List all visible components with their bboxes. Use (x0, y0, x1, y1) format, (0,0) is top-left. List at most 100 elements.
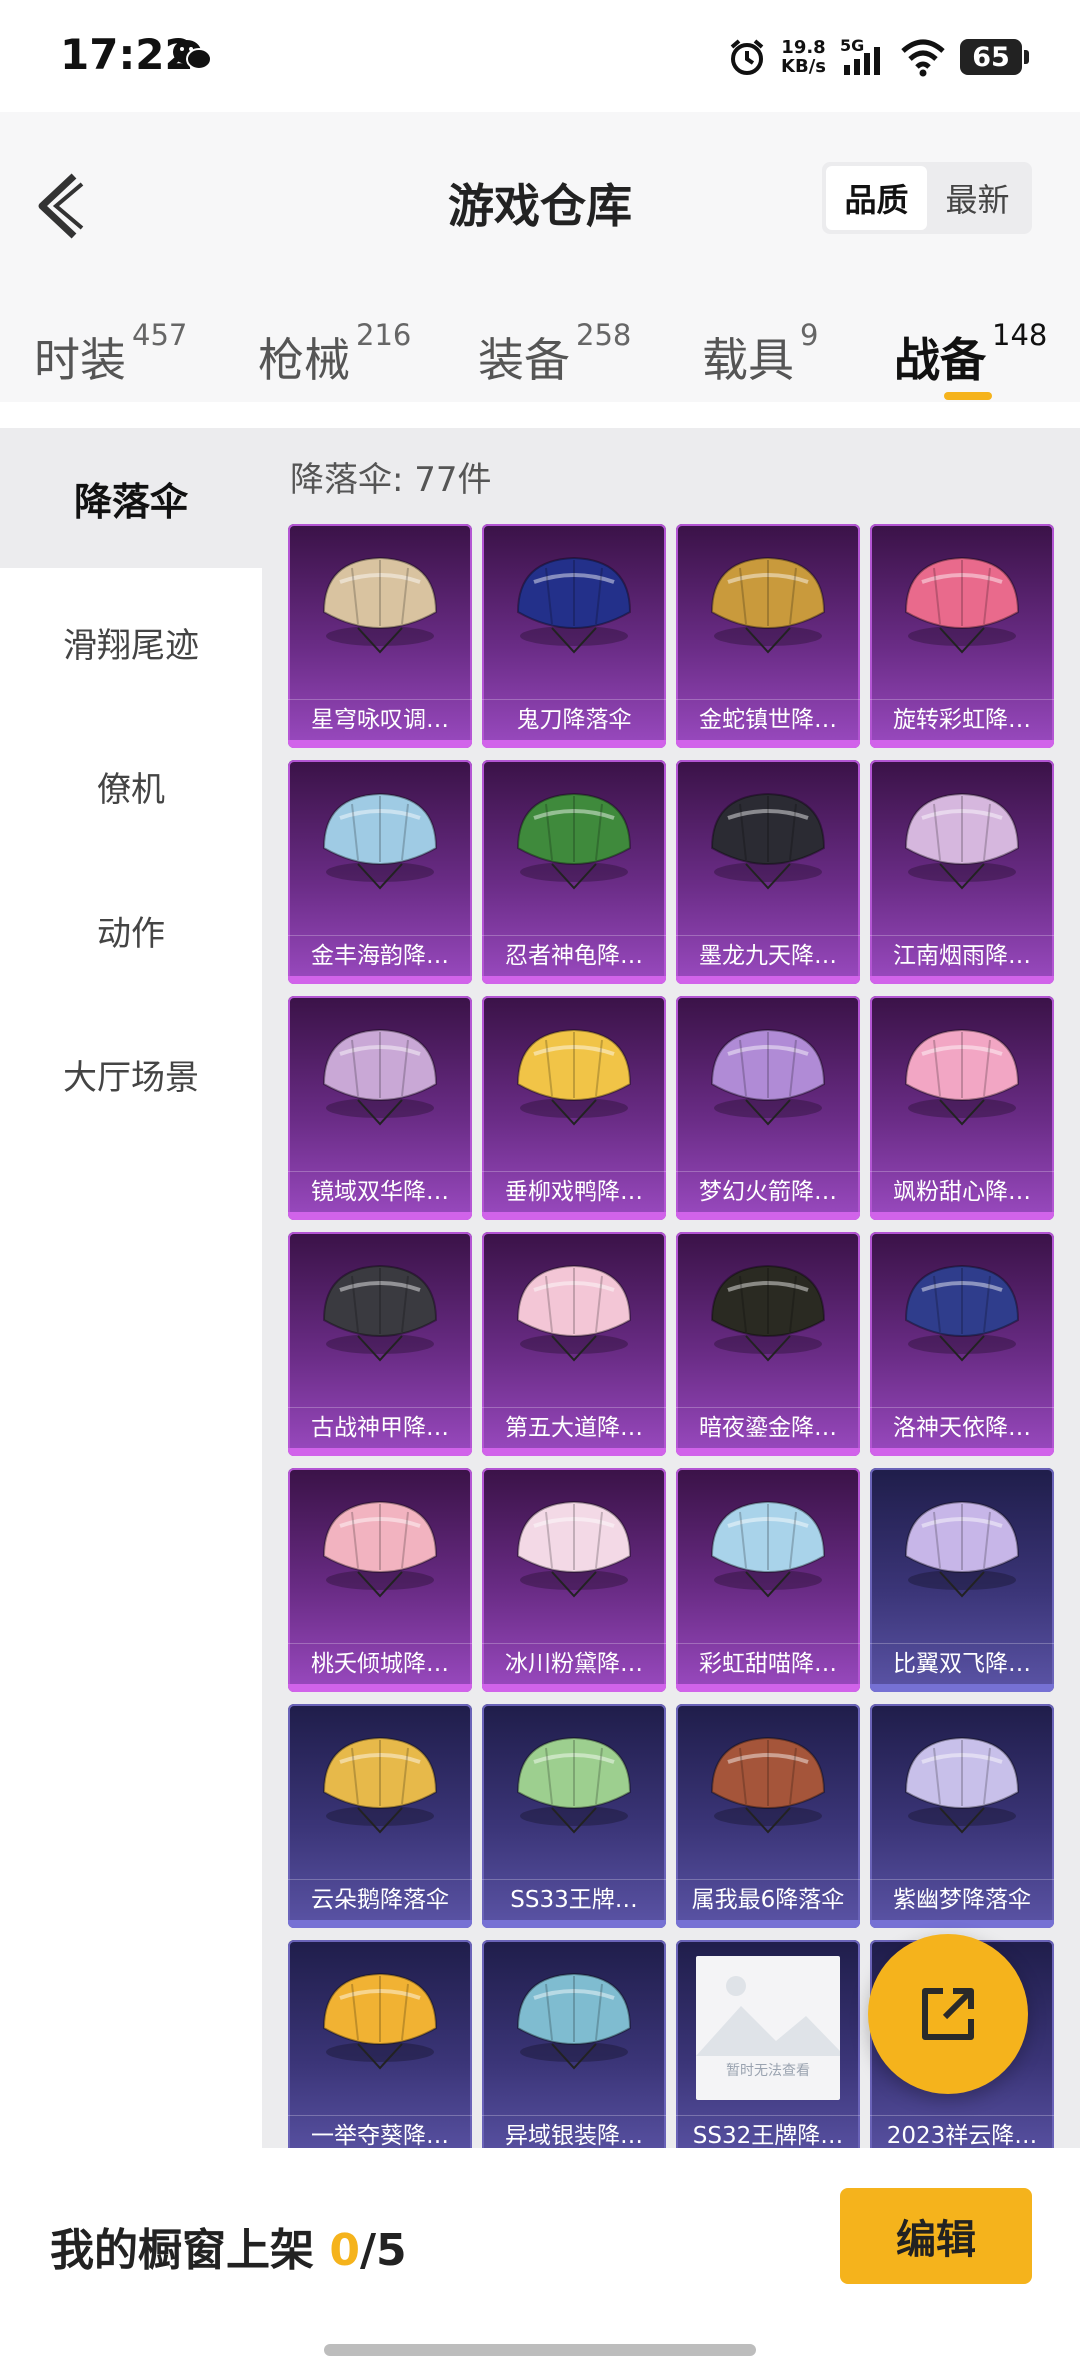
parachute-name: 桃夭倾城降… (288, 1643, 472, 1684)
parachute-name: 洛神天依降… (870, 1407, 1054, 1448)
parachute-name: 镜域双华降… (288, 1171, 472, 1212)
parachute-name: 墨龙九天降… (676, 935, 860, 976)
rarity-bar (870, 1684, 1054, 1692)
parachute-card[interactable]: 洛神天依降… (870, 1232, 1054, 1456)
rarity-bar (288, 740, 472, 748)
parachute-icon (904, 792, 1020, 890)
parachute-card[interactable]: 冰川粉黛降… (482, 1468, 666, 1692)
parachute-card[interactable]: 比翼双飞降… (870, 1468, 1054, 1692)
rarity-bar (288, 976, 472, 984)
rarity-bar (676, 1212, 860, 1220)
rarity-bar (288, 1684, 472, 1692)
parachute-card[interactable]: 属我最6降落伞 (676, 1704, 860, 1928)
parachute-card[interactable]: 垂柳戏鸭降… (482, 996, 666, 1220)
parachute-name: 2023祥云降… (870, 2115, 1054, 2148)
tab-equipment[interactable]: 装备 258 (478, 318, 631, 390)
parachute-card[interactable]: 暂时无法查看 SS32王牌降… (676, 1940, 860, 2148)
item-panel: 降落伞: 77件 星穹咏叹调… 鬼刀降落伞 金蛇镇世降… 旋转彩虹降… 金丰海韵降… 忍者… (262, 428, 1080, 2148)
image-placeholder: 暂时无法查看 (696, 1956, 840, 2100)
parachute-name: 金蛇镇世降… (676, 699, 860, 740)
parachute-card[interactable]: 暗夜鎏金降… (676, 1232, 860, 1456)
parachute-icon (516, 1500, 632, 1598)
parachute-name: 冰川粉黛降… (482, 1643, 666, 1684)
parachute-card[interactable]: 镜域双华降… (288, 996, 472, 1220)
tab-firearms[interactable]: 枪械 216 (258, 318, 411, 390)
parachute-card[interactable]: 第五大道降… (482, 1232, 666, 1456)
wifi-icon (901, 39, 945, 77)
parachute-name: 垂柳戏鸭降… (482, 1171, 666, 1212)
parachute-card[interactable]: 古战神甲降… (288, 1232, 472, 1456)
parachute-card[interactable]: 金丰海韵降… (288, 760, 472, 984)
parachute-icon (322, 556, 438, 654)
active-tab-indicator (944, 392, 992, 400)
parachute-icon (904, 1028, 1020, 1126)
parachute-icon (516, 792, 632, 890)
parachute-name: 比翼双飞降… (870, 1643, 1054, 1684)
parachute-icon (322, 1972, 438, 2070)
sidebar-item-wingman[interactable]: 僚机 (0, 716, 262, 856)
rarity-bar (288, 1448, 472, 1456)
cellular-signal-icon: 5G (840, 37, 880, 75)
parachute-icon (516, 1736, 632, 1834)
parachute-card[interactable]: 墨龙九天降… (676, 760, 860, 984)
bottom-bar: 我的橱窗上架 0/5 编辑 (0, 2148, 1080, 2376)
parachute-icon (322, 1028, 438, 1126)
rarity-bar (870, 976, 1054, 984)
parachute-icon (516, 1972, 632, 2070)
rarity-bar (482, 1684, 666, 1692)
tab-supplies[interactable]: 战备 148 (894, 318, 1047, 390)
sidebar-item-parachute[interactable]: 降落伞 (0, 428, 262, 568)
parachute-icon (710, 1500, 826, 1598)
rarity-bar (676, 976, 860, 984)
share-icon (922, 1988, 974, 2040)
parachute-card[interactable]: 桃夭倾城降… (288, 1468, 472, 1692)
parachute-name: 属我最6降落伞 (676, 1879, 860, 1920)
rarity-bar (676, 1448, 860, 1456)
parachute-name: 彩虹甜喵降… (676, 1643, 860, 1684)
sidebar-item-emote[interactable]: 动作 (0, 860, 262, 1000)
image-placeholder-icon (696, 1976, 840, 2056)
parachute-card[interactable]: SS33王牌… (482, 1704, 666, 1928)
parachute-card[interactable]: 异域银装降… (482, 1940, 666, 2148)
parachute-icon (322, 1500, 438, 1598)
share-button[interactable] (868, 1934, 1028, 2094)
parachute-icon (322, 792, 438, 890)
parachute-card[interactable]: 星穹咏叹调… (288, 524, 472, 748)
parachute-card[interactable]: 江南烟雨降… (870, 760, 1054, 984)
parachute-name: 暗夜鎏金降… (676, 1407, 860, 1448)
rarity-bar (482, 1448, 666, 1456)
parachute-icon (904, 1500, 1020, 1598)
parachute-card[interactable]: 旋转彩虹降… (870, 524, 1054, 748)
parachute-icon (904, 1736, 1020, 1834)
tab-vehicles[interactable]: 载具 9 (702, 318, 818, 390)
parachute-name: 飒粉甜心降… (870, 1171, 1054, 1212)
alarm-icon (730, 39, 764, 75)
parachute-name: 云朵鹅降落伞 (288, 1879, 472, 1920)
sort-toggle: 品质 最新 (822, 162, 1032, 234)
parachute-card[interactable]: 紫幽梦降落伞 (870, 1704, 1054, 1928)
app-header: 游戏仓库 品质 最新 时装 457 枪械 216 装备 258 载具 9 战备 148 (0, 112, 1080, 402)
parachute-card[interactable]: 梦幻火箭降… (676, 996, 860, 1220)
sidebar-item-lobby-scene[interactable]: 大厅场景 (0, 1004, 262, 1144)
parachute-icon (710, 1736, 826, 1834)
parachute-card[interactable]: 飒粉甜心降… (870, 996, 1054, 1220)
tab-fashion[interactable]: 时装 457 (34, 318, 187, 390)
sort-by-latest[interactable]: 最新 (927, 166, 1028, 230)
sort-by-quality[interactable]: 品质 (826, 166, 927, 230)
parachute-card[interactable]: 金蛇镇世降… (676, 524, 860, 748)
parachute-card[interactable]: 忍者神龟降… (482, 760, 666, 984)
parachute-card[interactable]: 彩虹甜喵降… (676, 1468, 860, 1692)
parachute-card[interactable]: 一举夺葵降… (288, 1940, 472, 2148)
sidebar-item-glide-trail[interactable]: 滑翔尾迹 (0, 572, 262, 712)
parachute-icon (322, 1736, 438, 1834)
edit-button[interactable]: 编辑 (840, 2188, 1032, 2284)
parachute-name: SS32王牌降… (676, 2115, 860, 2148)
parachute-name: 忍者神龟降… (482, 935, 666, 976)
parachute-card[interactable]: 鬼刀降落伞 (482, 524, 666, 748)
rarity-bar (676, 1920, 860, 1928)
parachute-card[interactable]: 云朵鹅降落伞 (288, 1704, 472, 1928)
sidebar: 降落伞 滑翔尾迹 僚机 动作 大厅场景 (0, 428, 262, 2148)
rarity-bar (676, 1684, 860, 1692)
rarity-bar (870, 1448, 1054, 1456)
parachute-name: 紫幽梦降落伞 (870, 1879, 1054, 1920)
